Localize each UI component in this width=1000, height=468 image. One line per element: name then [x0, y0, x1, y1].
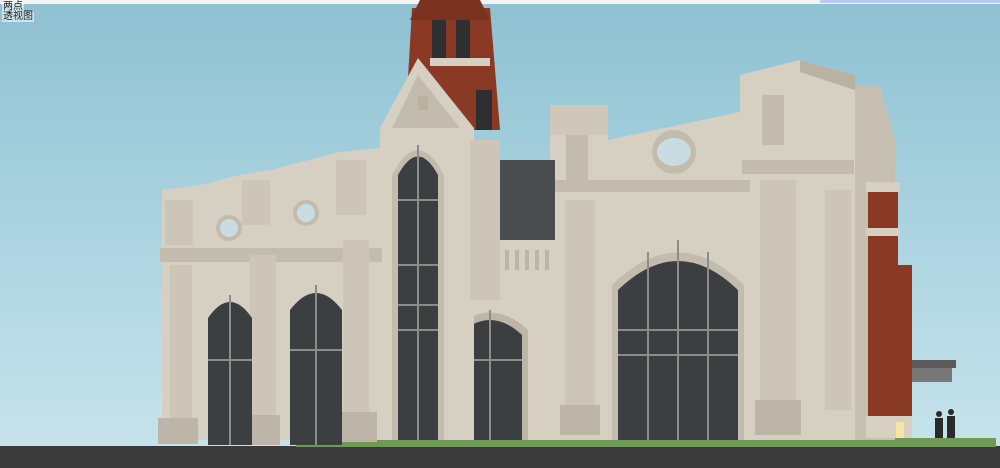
- right-brick-wing: [850, 86, 956, 440]
- ground-plane: [0, 446, 1000, 468]
- scale-figures: [935, 409, 955, 438]
- lamp-post: [896, 422, 904, 438]
- right-block-facade: [548, 60, 855, 440]
- building-viewport[interactable]: [0, 0, 1000, 468]
- left-block-facade: [158, 148, 382, 445]
